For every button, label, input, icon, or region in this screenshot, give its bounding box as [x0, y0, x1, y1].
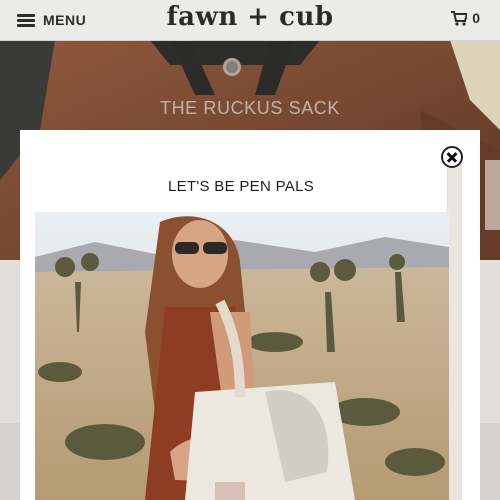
modal-title: LET'S BE PEN PALS [167, 178, 315, 195]
newsletter-modal: LET'S BE PEN PALS [20, 130, 480, 500]
modal-photo [35, 212, 449, 500]
close-icon[interactable] [441, 146, 463, 168]
modal-scrollbar[interactable] [447, 154, 462, 500]
